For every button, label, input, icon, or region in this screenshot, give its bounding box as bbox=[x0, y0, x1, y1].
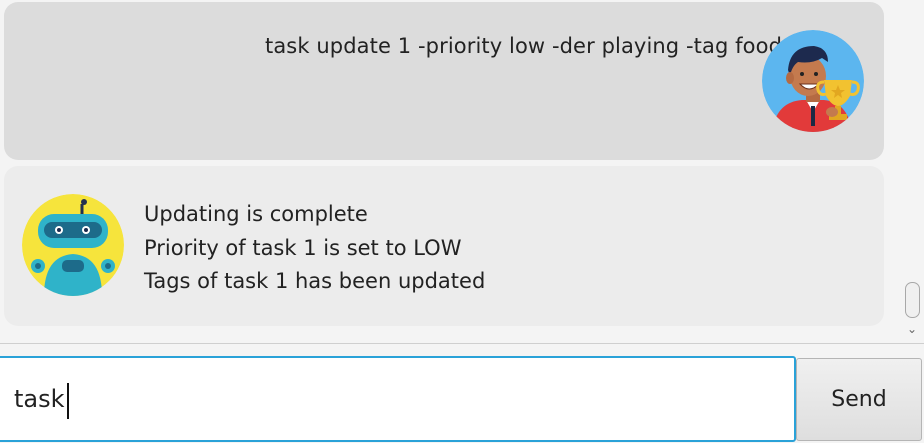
user-message-bubble bbox=[4, 2, 884, 160]
divider bbox=[0, 343, 924, 344]
robot-icon bbox=[22, 194, 124, 296]
text-caret bbox=[67, 383, 69, 419]
user-message-text: task update 1 -priority low -der playing… bbox=[265, 34, 782, 58]
bot-message-text: Updating is complete Priority of task 1 … bbox=[144, 198, 485, 299]
scrollbar-thumb[interactable] bbox=[905, 282, 920, 318]
send-button[interactable]: Send bbox=[796, 358, 922, 441]
message-input[interactable] bbox=[0, 356, 796, 442]
bot-line: Priority of task 1 is set to LOW bbox=[144, 235, 462, 260]
chevron-down-icon[interactable]: ⌄ bbox=[907, 322, 917, 336]
bot-line: Updating is complete bbox=[144, 202, 368, 226]
vertical-scrollbar[interactable]: ⌄ bbox=[902, 0, 924, 343]
person-with-trophy-icon bbox=[762, 30, 864, 132]
bot-line: Tags of task 1 has been updated bbox=[144, 269, 486, 293]
chat-area: task update 1 -priority low -der playing… bbox=[0, 0, 924, 343]
send-button-label: Send bbox=[831, 387, 887, 412]
